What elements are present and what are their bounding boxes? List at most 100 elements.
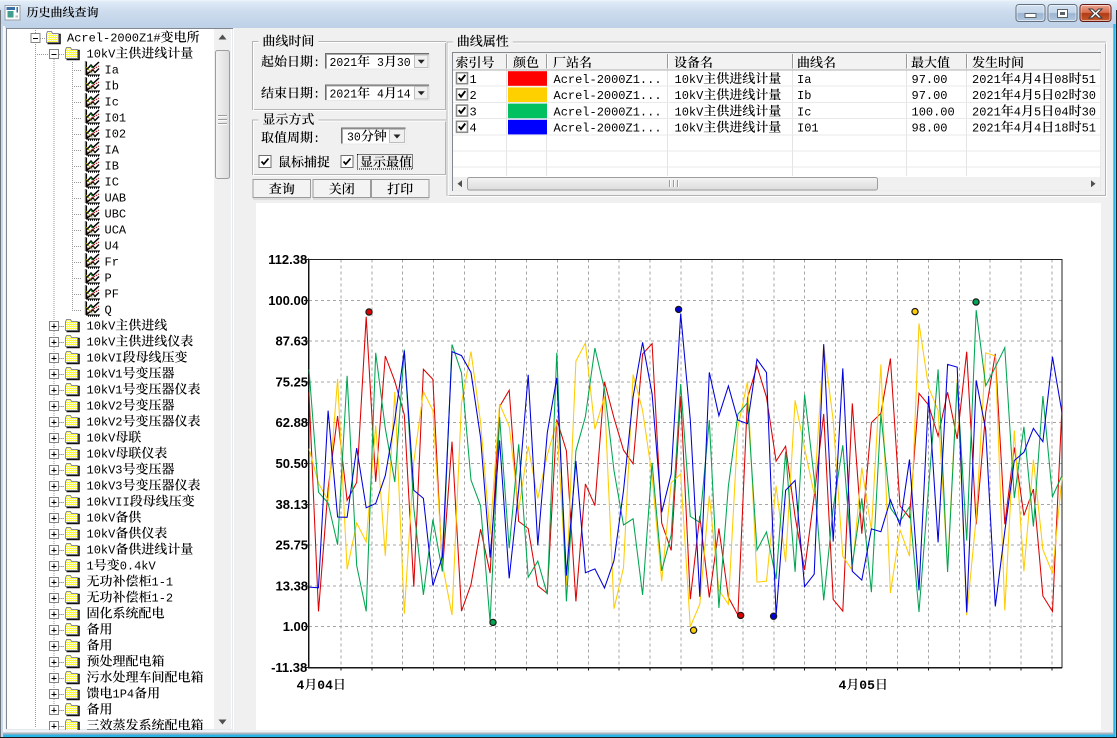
svg-text:2021: 2021 bbox=[330, 89, 358, 102]
svg-text:10kV3: 10kV3 bbox=[87, 464, 123, 478]
svg-text:3: 3 bbox=[470, 105, 477, 119]
svg-text:P: P bbox=[105, 272, 112, 286]
svg-text:3: 3 bbox=[370, 57, 384, 70]
svg-text:Fr: Fr bbox=[105, 256, 119, 270]
svg-text:U4: U4 bbox=[105, 240, 119, 254]
svg-text:18: 18 bbox=[1054, 122, 1068, 136]
svg-text:30: 30 bbox=[347, 132, 361, 145]
svg-text:4: 4 bbox=[1034, 122, 1041, 136]
svg-text:10kV3: 10kV3 bbox=[87, 480, 123, 494]
svg-text::: : bbox=[313, 88, 320, 102]
svg-text:30: 30 bbox=[1082, 105, 1096, 119]
svg-text:14: 14 bbox=[397, 89, 411, 102]
svg-text:02: 02 bbox=[1054, 89, 1068, 103]
svg-text:04: 04 bbox=[1054, 105, 1068, 119]
svg-text:5: 5 bbox=[1034, 105, 1041, 119]
svg-text:51: 51 bbox=[1082, 73, 1096, 87]
svg-text:98.00: 98.00 bbox=[912, 122, 948, 136]
svg-text:2021: 2021 bbox=[972, 105, 1001, 119]
svg-text:4: 4 bbox=[1014, 73, 1021, 87]
svg-text:05: 05 bbox=[859, 678, 875, 693]
svg-text:4: 4 bbox=[370, 89, 384, 102]
svg-text:I01: I01 bbox=[797, 122, 819, 136]
svg-text::: : bbox=[313, 132, 320, 146]
svg-text:0.4kV: 0.4kV bbox=[120, 560, 157, 574]
svg-text:75.25: 75.25 bbox=[276, 374, 309, 389]
svg-text:2021: 2021 bbox=[972, 122, 1001, 136]
svg-text:Ib: Ib bbox=[105, 80, 119, 94]
svg-text:Acrel-2000Z1...: Acrel-2000Z1... bbox=[554, 89, 662, 103]
svg-text:10kV: 10kV bbox=[675, 122, 705, 136]
svg-text:10kV: 10kV bbox=[87, 544, 117, 558]
svg-text:97.00: 97.00 bbox=[912, 89, 948, 103]
svg-text:Ic: Ic bbox=[105, 96, 119, 110]
svg-text:38.13: 38.13 bbox=[276, 497, 309, 512]
svg-text:10kV1: 10kV1 bbox=[87, 384, 123, 398]
svg-text:Acrel-2000Z1#: Acrel-2000Z1# bbox=[67, 32, 161, 46]
svg-text:1: 1 bbox=[470, 73, 477, 87]
svg-text:Ia: Ia bbox=[797, 73, 811, 87]
svg-text:5: 5 bbox=[1034, 89, 1041, 103]
svg-text:112.38: 112.38 bbox=[268, 252, 307, 267]
svg-text:-11.38: -11.38 bbox=[271, 660, 307, 675]
svg-text:08: 08 bbox=[1054, 73, 1068, 87]
svg-text:10kV: 10kV bbox=[87, 336, 117, 350]
svg-text:10kV: 10kV bbox=[87, 448, 117, 462]
svg-text:10kV: 10kV bbox=[675, 73, 705, 87]
svg-text:10kV: 10kV bbox=[87, 528, 117, 542]
svg-text:4: 4 bbox=[1014, 105, 1021, 119]
svg-text:25.75: 25.75 bbox=[276, 538, 309, 553]
svg-text:10kV: 10kV bbox=[87, 320, 117, 334]
svg-text:87.63: 87.63 bbox=[276, 334, 309, 349]
svg-text:1P4: 1P4 bbox=[113, 688, 135, 702]
svg-text:2: 2 bbox=[470, 89, 477, 103]
svg-text:1-2: 1-2 bbox=[152, 592, 174, 606]
svg-text:IC: IC bbox=[105, 176, 119, 190]
svg-text:4: 4 bbox=[1034, 73, 1041, 87]
svg-text:Ib: Ib bbox=[797, 89, 811, 103]
svg-text:10kV: 10kV bbox=[675, 105, 705, 119]
svg-text:10kVII: 10kVII bbox=[87, 496, 130, 510]
svg-text:UBC: UBC bbox=[105, 208, 127, 222]
svg-text:PF: PF bbox=[105, 288, 119, 302]
svg-text:1: 1 bbox=[87, 560, 94, 574]
svg-text:Acrel-2000Z1...: Acrel-2000Z1... bbox=[554, 105, 662, 119]
svg-text:I02: I02 bbox=[105, 128, 127, 142]
svg-text:2021: 2021 bbox=[972, 73, 1001, 87]
svg-text:30: 30 bbox=[397, 57, 411, 70]
svg-text:4: 4 bbox=[297, 678, 305, 693]
svg-text:62.88: 62.88 bbox=[276, 415, 309, 430]
svg-text:04: 04 bbox=[317, 678, 333, 693]
svg-text:2021: 2021 bbox=[972, 89, 1001, 103]
svg-text:Q: Q bbox=[105, 304, 112, 318]
svg-text:10kV: 10kV bbox=[675, 89, 705, 103]
svg-text:4: 4 bbox=[470, 122, 477, 136]
svg-text:100.00: 100.00 bbox=[268, 293, 308, 308]
svg-text:13.38: 13.38 bbox=[276, 578, 309, 593]
svg-text:1-1: 1-1 bbox=[152, 576, 174, 590]
svg-text:97.00: 97.00 bbox=[912, 73, 948, 87]
svg-text:51: 51 bbox=[1082, 122, 1096, 136]
svg-text:IB: IB bbox=[105, 160, 119, 174]
svg-text:4: 4 bbox=[1014, 122, 1021, 136]
svg-text:Acrel-2000Z1...: Acrel-2000Z1... bbox=[554, 122, 662, 136]
svg-text:10kV1: 10kV1 bbox=[87, 368, 123, 382]
svg-text:10kV: 10kV bbox=[87, 512, 117, 526]
svg-text:Acrel-2000Z1...: Acrel-2000Z1... bbox=[554, 73, 662, 87]
svg-text:100.00: 100.00 bbox=[912, 105, 955, 119]
svg-text:UAB: UAB bbox=[105, 192, 127, 206]
svg-text:10kV2: 10kV2 bbox=[87, 416, 123, 430]
svg-text:10kV2: 10kV2 bbox=[87, 400, 123, 414]
svg-text:I01: I01 bbox=[105, 112, 127, 126]
svg-text::: : bbox=[313, 56, 320, 70]
svg-text:10kV: 10kV bbox=[87, 48, 117, 62]
svg-text:UCA: UCA bbox=[105, 224, 127, 238]
svg-text:30: 30 bbox=[1082, 89, 1096, 103]
svg-text:4: 4 bbox=[1014, 89, 1021, 103]
svg-text:2021: 2021 bbox=[330, 57, 358, 70]
svg-text:10kV: 10kV bbox=[87, 432, 117, 446]
svg-text:50.50: 50.50 bbox=[276, 456, 309, 471]
svg-text:IA: IA bbox=[105, 144, 120, 158]
svg-text:Ic: Ic bbox=[797, 105, 811, 119]
svg-text:10kVI: 10kVI bbox=[87, 352, 123, 366]
